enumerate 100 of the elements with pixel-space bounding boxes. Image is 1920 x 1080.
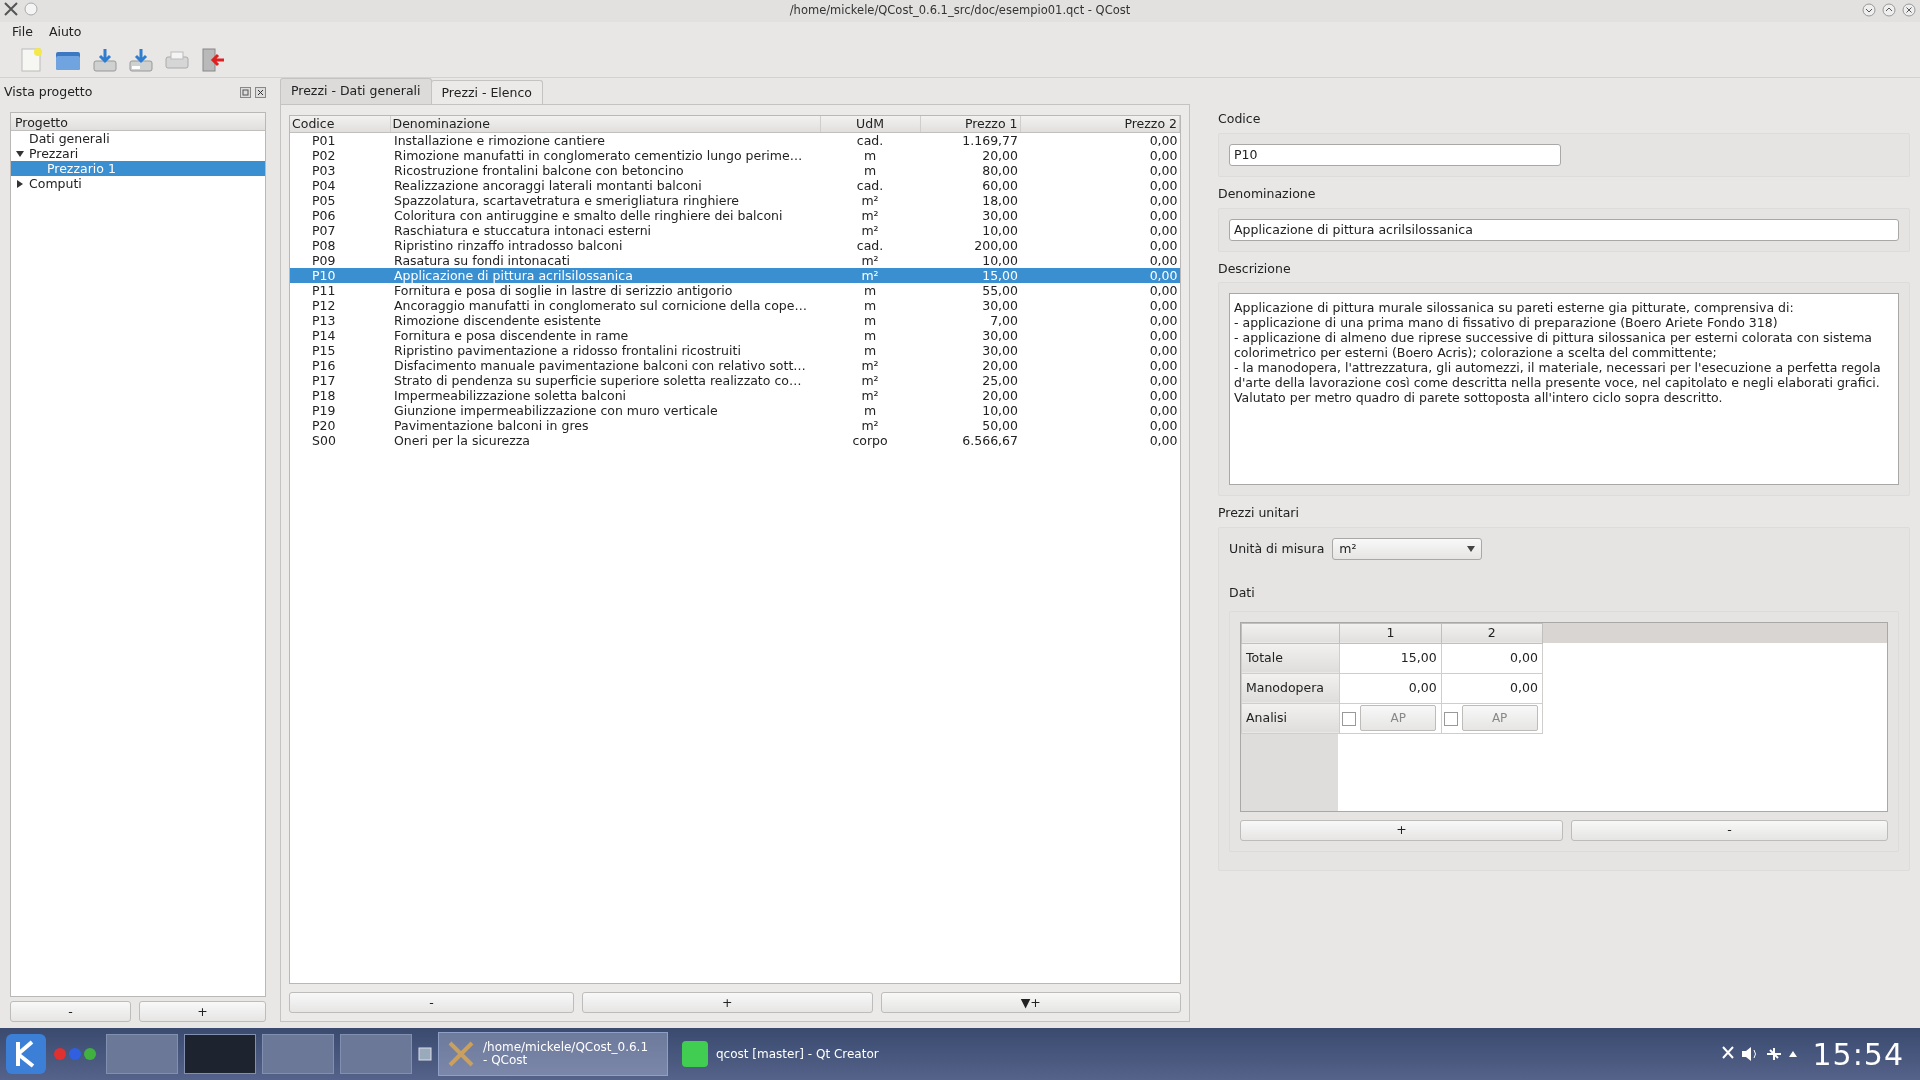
- row-header: Manodopera: [1241, 673, 1340, 703]
- table-cell: P10: [290, 267, 390, 283]
- table-cell-text: 7,00: [989, 312, 1019, 328]
- table-cell-text: 0,00: [1148, 177, 1179, 193]
- panel-button[interactable]: +: [139, 1001, 266, 1022]
- table-cell-text: 30,00: [981, 297, 1019, 313]
- table-cell-text: 10,00: [981, 402, 1019, 418]
- table-cell-text: m²: [860, 372, 880, 388]
- table-cell: 0,00: [1441, 643, 1543, 673]
- table-cell-text: Fornitura e posa discendente in rame: [393, 327, 630, 343]
- field-label: Codice: [1218, 110, 1262, 128]
- table-cell-text: 0,00: [1148, 297, 1179, 313]
- code-field[interactable]: P10: [1229, 143, 1561, 166]
- row-header: Totale: [1241, 643, 1340, 673]
- row-header: Analisi: [1241, 703, 1340, 733]
- taskbar-button[interactable]: qcost [master] - Qt Creator: [674, 1032, 887, 1076]
- table-cell: 0,00: [1020, 132, 1180, 148]
- field-label: Descrizione: [1218, 259, 1292, 278]
- exit-door-icon[interactable]: [200, 46, 226, 73]
- table-cell-text: cad.: [855, 237, 885, 253]
- table-cell-text: 25,00: [981, 372, 1019, 388]
- clock: 15:54: [1812, 1035, 1904, 1074]
- table-cell-text: cad.: [855, 177, 885, 193]
- table-cell-text: 0,00: [1148, 312, 1179, 328]
- table-cell: Applicazione di pittura acrilsilossanica: [390, 267, 820, 283]
- table-cell-text: m: [862, 162, 878, 178]
- close-icon[interactable]: [1902, 3, 1916, 17]
- collapse-arrow-icon[interactable]: [15, 148, 25, 159]
- table-cell-text: m: [862, 297, 878, 313]
- table-cell-text: P18: [311, 387, 337, 403]
- table-cell-text: m²: [860, 222, 880, 238]
- name-field[interactable]: Applicazione di pittura acrilsilossanica: [1229, 218, 1899, 241]
- table-cell-text: m²: [860, 207, 880, 223]
- tree-item[interactable]: Computi: [11, 176, 265, 191]
- checkbox[interactable]: [1443, 711, 1458, 726]
- table-cell-text: Realizzazione ancoraggi laterali montanti balconi: [393, 177, 703, 193]
- table-button[interactable]: ▼+: [880, 992, 1181, 1013]
- table-cell-text: 60,00: [981, 177, 1019, 193]
- table-cell-text: m: [862, 342, 878, 358]
- table-cell-text: P15: [311, 342, 337, 358]
- panel-title: Vista progetto: [4, 82, 93, 101]
- column-header[interactable]: Prezzo 1: [920, 116, 1020, 132]
- table-cell-text: 10,00: [981, 222, 1019, 238]
- table-cell-text: Ripristino pavimentazione a ridosso frontalini ricostruiti: [393, 342, 742, 358]
- table-cell-text: 6.566,67: [961, 432, 1019, 448]
- table-button[interactable]: +: [581, 992, 873, 1013]
- table-cell-text: m²: [860, 192, 880, 208]
- table-cell-text: m²: [860, 387, 880, 403]
- table-button[interactable]: -: [289, 992, 574, 1013]
- table-cell-text: 0,00: [1148, 342, 1179, 358]
- table-cell-text: P03: [311, 162, 337, 178]
- dropdown-arrow-icon: [1467, 546, 1476, 552]
- table-cell-text: Rimozione manufatti in conglomerato cementizio lungo perime…: [393, 147, 804, 163]
- desktop-pager[interactable]: [184, 1034, 256, 1074]
- table-cell: 0,00: [1020, 252, 1180, 268]
- description-field[interactable]: Applicazione di pittura murale silossanica su pareti esterne gia pitturate, comprensiva di: - applicazione di una prima mano di fissativo di preparazione (Boero Ariete Fondo 318) - applicazione di almeno due riprese successive di pittura silossanica per esterni colorata con sistema colorimetrico per esterni (Boero Acris); colorazione a scelta del committente; - la manodopera, l'attrezzatura, gli automezzi, il materiale, necessari per l'esecuzione a perfetta regola d'arte della lavorazione così come descritta nella presente voce, nel capitolato e negli elaborati grafici. Valutato per metro quadro di parete sottoposta all'intero ciclo sopra descritto.: [1229, 293, 1899, 486]
- minimize-icon[interactable]: [1862, 3, 1876, 17]
- tab[interactable]: Prezzi - Dati generali: [280, 78, 432, 104]
- expand-arrow-icon[interactable]: [15, 178, 25, 189]
- column-header[interactable]: Prezzo 2: [1020, 116, 1180, 132]
- tray-download-icon[interactable]: [128, 46, 154, 73]
- expand-tray-icon[interactable]: [1788, 1051, 1797, 1057]
- close-icon[interactable]: [255, 86, 266, 98]
- speaker-icon[interactable]: [1740, 1046, 1759, 1062]
- column-header[interactable]: 2: [1441, 623, 1543, 643]
- table-cell-text: m²: [860, 417, 880, 433]
- table-cell-text: m: [862, 402, 878, 418]
- menu-item[interactable]: File: [6, 22, 39, 42]
- table-cell-text: Spazzolatura, scartavetratura e smerigliatura ringhiere: [393, 192, 741, 208]
- table-cell-text: m²: [860, 357, 880, 373]
- table-cell-text: Strato di pendenza su superficie superiore soletta realizzato co…: [393, 372, 803, 388]
- maximize-icon[interactable]: [1882, 3, 1896, 17]
- tray-download-icon[interactable]: [92, 46, 118, 73]
- tab[interactable]: Prezzi - Elenco: [430, 80, 543, 104]
- column-header[interactable]: Denominazione: [390, 116, 820, 132]
- menu-item[interactable]: Aiuto: [42, 22, 88, 42]
- tree-item[interactable]: Dati generali: [11, 131, 265, 146]
- table-cell-text: P13: [311, 312, 337, 328]
- checkbox[interactable]: [1342, 711, 1357, 726]
- table-cell-text: 0,00: [1148, 417, 1179, 433]
- start-menu-icon[interactable]: [6, 1034, 46, 1074]
- table-cell-text: P06: [311, 207, 337, 223]
- table-cell-text: P20: [311, 417, 337, 433]
- table-cell-text: 0,00: [1148, 147, 1179, 163]
- table-cell: 0,00: [1020, 282, 1180, 298]
- table-cell-text: Pavimentazione balconi in gres: [393, 417, 589, 433]
- table-cell-text: 0,00: [1148, 207, 1179, 223]
- table-cell: 10,00: [920, 252, 1020, 268]
- float-icon[interactable]: [240, 86, 251, 98]
- table-cell: 15,00: [1339, 643, 1442, 673]
- column-header[interactable]: Codice: [290, 116, 390, 132]
- column-header[interactable]: 1: [1339, 623, 1442, 643]
- panel-button[interactable]: -: [10, 1001, 131, 1022]
- table-cell-text: P02: [311, 147, 337, 163]
- unit-dropdown[interactable]: m²: [1332, 538, 1483, 560]
- column-header[interactable]: UdM: [820, 116, 920, 132]
- grid-button[interactable]: -: [1571, 819, 1888, 841]
- taskbar-button[interactable]: /home/mickele/QCost_0.6.1 - QCost: [438, 1032, 668, 1076]
- grid-button[interactable]: +: [1240, 819, 1563, 841]
- tree-item[interactable]: Prezzari: [11, 146, 265, 161]
